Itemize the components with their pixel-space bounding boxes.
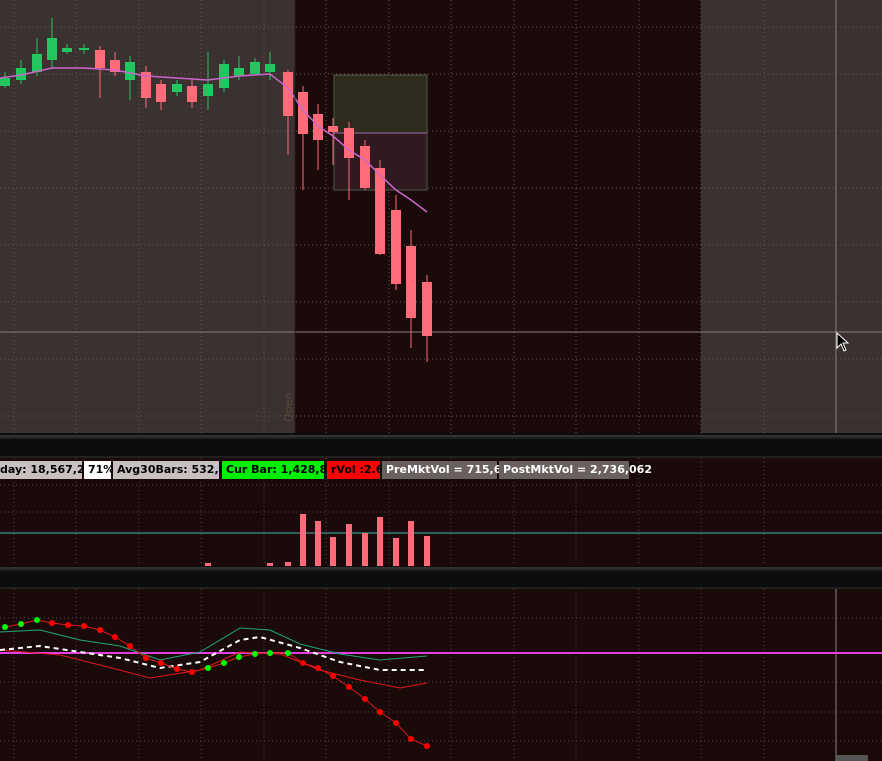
chart-canvas[interactable]: Open bbox=[0, 0, 882, 761]
signal-dot bbox=[189, 669, 195, 675]
candle-body bbox=[172, 84, 182, 92]
volume-bar bbox=[205, 563, 211, 566]
cur-bar-label: Cur Bar: 1,428,874 bbox=[222, 461, 343, 479]
candle-body bbox=[406, 246, 416, 318]
candle-body bbox=[219, 64, 229, 88]
candle-body bbox=[360, 146, 370, 188]
signal-dot bbox=[174, 666, 180, 672]
volume-bar bbox=[408, 521, 414, 566]
candle-body bbox=[79, 48, 89, 50]
volume-bar bbox=[424, 536, 430, 566]
candle-body bbox=[328, 126, 338, 132]
pct-label: 71% bbox=[84, 461, 114, 479]
signal-dot bbox=[49, 620, 55, 626]
candle-body bbox=[95, 50, 105, 68]
volume-bar bbox=[330, 537, 336, 566]
candle-body bbox=[0, 78, 10, 86]
session-open-label: Open bbox=[282, 393, 295, 422]
scroll-handle[interactable] bbox=[836, 755, 868, 761]
candle bbox=[219, 60, 229, 92]
regular-session-shading bbox=[295, 0, 701, 433]
candle-body bbox=[156, 84, 166, 102]
signal-dot bbox=[315, 665, 321, 671]
signal-dot bbox=[112, 634, 118, 640]
signal-dot bbox=[393, 720, 399, 726]
premkt-volume-label: PreMktVol = 715,634 bbox=[382, 461, 517, 479]
signal-dot bbox=[330, 673, 336, 679]
candle bbox=[360, 140, 370, 190]
candle-body bbox=[313, 114, 323, 140]
rvol-label: rVol :2.68 bbox=[327, 461, 391, 479]
signal-dot bbox=[97, 627, 103, 633]
signal-dot bbox=[300, 660, 306, 666]
volume-bar bbox=[362, 533, 368, 566]
signal-dot bbox=[34, 617, 40, 623]
volume-bar bbox=[285, 562, 291, 566]
signal-dot bbox=[236, 654, 242, 660]
volume-bar bbox=[346, 524, 352, 566]
signal-dot bbox=[267, 650, 273, 656]
candle-body bbox=[375, 168, 385, 254]
candle-body bbox=[234, 68, 244, 76]
postmkt-volume-label: PostMktVol = 2,736,062 bbox=[499, 461, 652, 479]
signal-dot bbox=[158, 660, 164, 666]
signal-dot bbox=[362, 696, 368, 702]
candle-body bbox=[125, 62, 135, 80]
signal-dot bbox=[2, 624, 8, 630]
candle-body bbox=[422, 282, 432, 336]
signal-dot bbox=[346, 684, 352, 690]
signal-dot bbox=[377, 709, 383, 715]
volume-bar bbox=[300, 514, 306, 566]
candle-body bbox=[203, 84, 213, 96]
panel-separator-1[interactable] bbox=[0, 433, 882, 458]
mouse-pointer-icon bbox=[836, 332, 850, 352]
chart-window: Open day: 18,567,254 71% Avg30Bars: 532,… bbox=[0, 0, 882, 761]
volume-bar bbox=[267, 563, 273, 566]
signal-dot bbox=[18, 621, 24, 627]
candle-body bbox=[391, 210, 401, 284]
volume-bar bbox=[315, 521, 321, 566]
panel-separator-2[interactable] bbox=[0, 566, 882, 589]
volume-bar bbox=[377, 517, 383, 566]
signal-dot bbox=[127, 643, 133, 649]
candle-body bbox=[32, 54, 42, 72]
signal-dot bbox=[205, 665, 211, 671]
opening-range-upper-box bbox=[333, 74, 428, 134]
candle-body bbox=[344, 128, 354, 158]
signal-dot bbox=[65, 622, 71, 628]
candle-body bbox=[47, 38, 57, 60]
signal-dot bbox=[81, 623, 87, 629]
avg30-label: Avg30Bars: 532,804 bbox=[113, 461, 242, 479]
volume-bar bbox=[393, 538, 399, 566]
candle-body bbox=[62, 48, 72, 52]
signal-dot bbox=[285, 650, 291, 656]
signal-dot bbox=[408, 736, 414, 742]
day-volume-label: day: 18,567,254 bbox=[0, 461, 100, 479]
candle-body bbox=[250, 62, 260, 74]
signal-dot bbox=[221, 660, 227, 666]
candle-body bbox=[187, 86, 197, 102]
signal-dot bbox=[424, 743, 430, 749]
postmarket-shading bbox=[701, 0, 882, 433]
signal-dot bbox=[143, 655, 149, 661]
indicator-panel-bg bbox=[0, 589, 882, 761]
signal-dot bbox=[252, 651, 258, 657]
candle-body bbox=[265, 64, 275, 72]
